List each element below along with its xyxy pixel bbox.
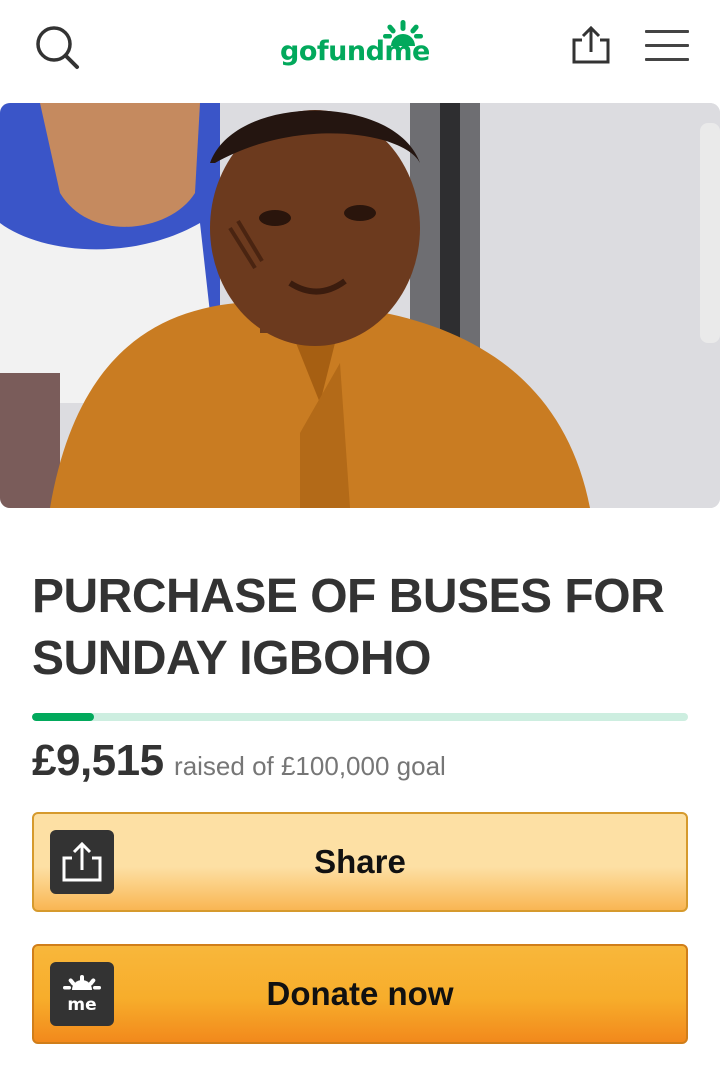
amount-raised: £9,515 — [32, 736, 164, 785]
donate-now-button[interactable]: me Donate now — [32, 944, 688, 1044]
search-icon — [36, 26, 79, 69]
hamburger-menu-button[interactable] — [645, 30, 689, 64]
donation-progress-bar — [32, 713, 688, 721]
share-button-label: Share — [314, 843, 406, 880]
goal-text: raised of £100,000 goal — [174, 751, 446, 781]
share-icon — [572, 25, 610, 64]
top-bar: gofundme — [0, 0, 720, 103]
donation-progress-fill — [32, 713, 95, 721]
logo-burst-icon — [383, 20, 423, 46]
campaign-title: PURCHASE OF BUSES FOR SUNDAY IGBOHO — [32, 570, 665, 685]
donate-button-label: Donate now — [266, 975, 454, 1012]
share-button[interactable]: Share — [32, 812, 688, 912]
campaign-hero-image — [0, 103, 720, 508]
search-button[interactable] — [32, 22, 82, 72]
amount-raised-row: £9,515 raised of £100,000 goal — [32, 736, 446, 796]
hamburger-menu-icon — [645, 30, 689, 33]
share-header-button[interactable] — [568, 22, 614, 68]
campaign-photo — [0, 103, 720, 508]
gofundme-logo[interactable]: gofundme — [280, 20, 440, 72]
